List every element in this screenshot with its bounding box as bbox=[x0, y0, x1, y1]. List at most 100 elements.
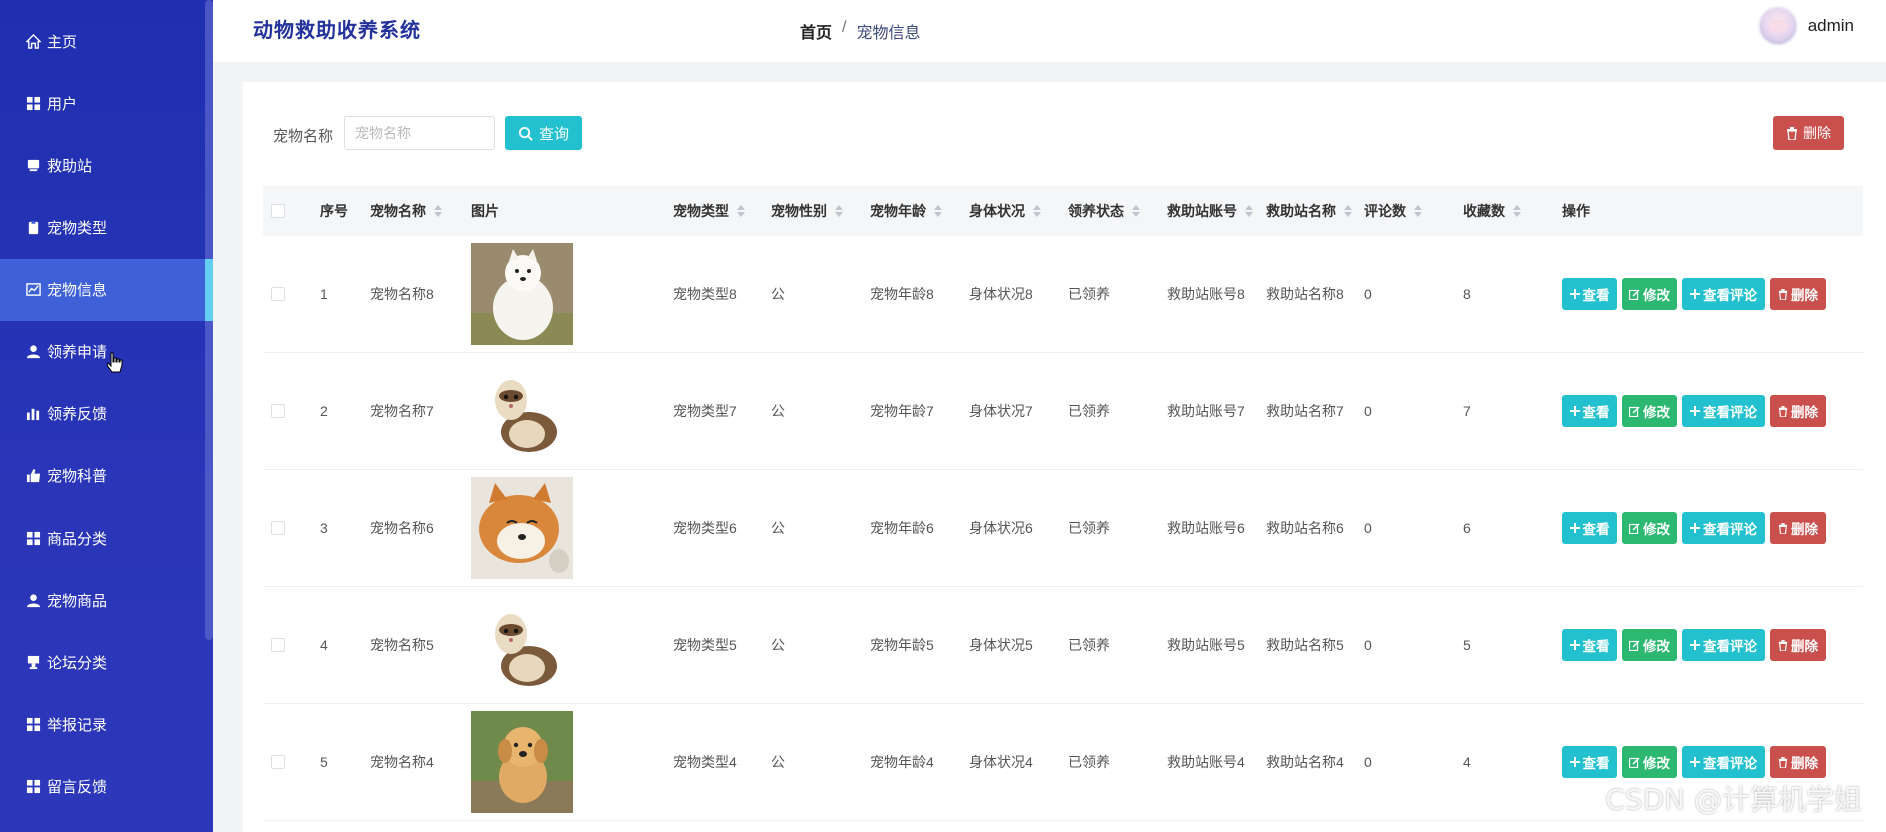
edit-button[interactable]: 修改 bbox=[1622, 512, 1677, 544]
header-age[interactable]: 宠物年龄 bbox=[870, 186, 942, 236]
pet-photo[interactable] bbox=[471, 360, 573, 462]
header-health-label: 身体状况 bbox=[969, 203, 1025, 219]
view-comments-button[interactable]: 查看评论 bbox=[1682, 746, 1765, 778]
delete-button[interactable]: 删除 bbox=[1770, 512, 1826, 544]
cell-favorites: 5 bbox=[1463, 587, 1471, 703]
sidebar-item-label: 宠物科普 bbox=[47, 468, 108, 486]
delete-button-label: 删除 bbox=[1791, 288, 1818, 303]
cell-adopt-text: 已领养 bbox=[1068, 286, 1110, 302]
sidebar-item[interactable]: 举报记录 bbox=[0, 693, 213, 755]
header-type[interactable]: 宠物类型 bbox=[673, 186, 745, 236]
sort-icon[interactable] bbox=[1132, 205, 1140, 217]
sidebar-item[interactable]: 用户 bbox=[0, 73, 213, 135]
cell-station-name-text: 救助站名称6 bbox=[1266, 520, 1344, 536]
pet-photo[interactable] bbox=[471, 243, 573, 345]
sidebar-item[interactable]: 领养反馈 bbox=[0, 383, 213, 445]
delete-button[interactable]: 删除 bbox=[1770, 278, 1826, 310]
sidebar-item[interactable]: 宠物科普 bbox=[0, 445, 213, 507]
header-health[interactable]: 身体状况 bbox=[969, 186, 1041, 236]
edit-button[interactable]: 修改 bbox=[1622, 395, 1677, 427]
cell-type: 宠物类型6 bbox=[673, 470, 737, 586]
thumbs-up-icon bbox=[25, 468, 41, 484]
sidebar-item[interactable]: 留言反馈 bbox=[0, 755, 213, 817]
edit-button-label: 修改 bbox=[1643, 288, 1670, 303]
breadcrumb-home[interactable]: 首页 bbox=[800, 19, 832, 43]
header-adopt[interactable]: 领养状态 bbox=[1068, 186, 1140, 236]
sort-icon[interactable] bbox=[1513, 205, 1521, 217]
cell-age-text: 宠物年龄5 bbox=[870, 637, 934, 653]
table-header: 序号 宠物名称 图片 宠物类型 宠物性别 宠物年龄 身体状况 领养状态 救助站账… bbox=[263, 186, 1863, 236]
header-station-account[interactable]: 救助站账号 bbox=[1167, 186, 1253, 236]
view-button-label: 查看 bbox=[1582, 405, 1610, 420]
header-name[interactable]: 宠物名称 bbox=[370, 186, 442, 236]
sort-icon[interactable] bbox=[1033, 205, 1041, 217]
sidebar-item[interactable]: 救助站 bbox=[0, 135, 213, 197]
row-checkbox[interactable] bbox=[271, 638, 285, 652]
edit-button[interactable]: 修改 bbox=[1622, 629, 1677, 661]
view-button[interactable]: 查看 bbox=[1562, 629, 1617, 661]
view-comments-button[interactable]: 查看评论 bbox=[1682, 512, 1765, 544]
cell-adopt: 已领养 bbox=[1068, 704, 1110, 820]
view-comments-button[interactable]: 查看评论 bbox=[1682, 278, 1765, 310]
sort-icon[interactable] bbox=[1414, 205, 1422, 217]
sort-icon[interactable] bbox=[835, 205, 843, 217]
sidebar-item[interactable]: 商品分类 bbox=[0, 507, 213, 569]
pet-photo[interactable] bbox=[471, 711, 573, 813]
query-button-label: 查询 bbox=[538, 125, 569, 143]
view-comments-button[interactable]: 查看评论 bbox=[1682, 395, 1765, 427]
sort-icon[interactable] bbox=[434, 205, 442, 217]
delete-button[interactable]: 删除 bbox=[1770, 629, 1826, 661]
cell-station-name: 救助站名称6 bbox=[1266, 470, 1344, 586]
header-station-name[interactable]: 救助站名称 bbox=[1266, 186, 1352, 236]
sort-icon[interactable] bbox=[1344, 205, 1352, 217]
avatar[interactable] bbox=[1757, 6, 1798, 46]
header-comments[interactable]: 评论数 bbox=[1364, 186, 1422, 236]
sidebar-item[interactable]: 主页 bbox=[0, 11, 213, 73]
cell-age: 宠物年龄8 bbox=[870, 236, 934, 352]
pet-name-search-input[interactable] bbox=[344, 116, 495, 150]
sort-icon[interactable] bbox=[934, 205, 942, 217]
pet-photo[interactable] bbox=[471, 477, 573, 579]
sort-icon[interactable] bbox=[1245, 205, 1253, 217]
row-checkbox[interactable] bbox=[271, 287, 285, 301]
view-button[interactable]: 查看 bbox=[1562, 512, 1617, 544]
delete-button[interactable]: 删除 bbox=[1770, 746, 1826, 778]
header-index: 序号 bbox=[320, 186, 348, 236]
select-all-checkbox[interactable] bbox=[271, 204, 285, 218]
cell-station-account: 救助站账号8 bbox=[1167, 236, 1245, 352]
sidebar-item[interactable]: 宠物信息 bbox=[0, 258, 213, 321]
view-button[interactable]: 查看 bbox=[1562, 746, 1617, 778]
view-comments-button[interactable]: 查看评论 bbox=[1682, 629, 1765, 661]
cell-favorites-text: 4 bbox=[1463, 754, 1471, 770]
pet-photo[interactable] bbox=[471, 594, 573, 696]
view-comments-label: 查看评论 bbox=[1703, 288, 1757, 303]
username[interactable]: admin bbox=[1808, 16, 1854, 36]
sidebar-item[interactable]: 宠物类型 bbox=[0, 197, 213, 259]
header-favorites[interactable]: 收藏数 bbox=[1463, 186, 1521, 236]
cell-age-text: 宠物年龄4 bbox=[870, 754, 934, 770]
query-button[interactable]: 查询 bbox=[505, 116, 582, 150]
edit-button[interactable]: 修改 bbox=[1622, 278, 1677, 310]
breadcrumb: 首页 / 宠物信息 bbox=[800, 19, 920, 43]
trash-icon bbox=[1778, 756, 1788, 768]
view-button[interactable]: 查看 bbox=[1562, 395, 1617, 427]
cell-index: 1 bbox=[320, 236, 328, 352]
cell-health-text: 身体状况6 bbox=[969, 520, 1033, 536]
cell-adopt: 已领养 bbox=[1068, 470, 1110, 586]
batch-delete-button[interactable]: 删除 bbox=[1773, 116, 1844, 150]
user-menu[interactable]: admin bbox=[1757, 6, 1854, 46]
sidebar-item[interactable]: 宠物商品 bbox=[0, 569, 213, 631]
header-gender[interactable]: 宠物性别 bbox=[771, 186, 843, 236]
sidebar-item[interactable]: 论坛分类 bbox=[0, 631, 213, 693]
delete-button[interactable]: 删除 bbox=[1770, 395, 1826, 427]
view-button[interactable]: 查看 bbox=[1562, 278, 1617, 310]
sort-icon[interactable] bbox=[737, 205, 745, 217]
cell-type: 宠物类型5 bbox=[673, 587, 737, 703]
cell-name: 宠物名称7 bbox=[370, 353, 434, 469]
cell-favorites: 4 bbox=[1463, 704, 1471, 820]
row-checkbox[interactable] bbox=[271, 755, 285, 769]
row-checkbox[interactable] bbox=[271, 404, 285, 418]
row-checkbox[interactable] bbox=[271, 521, 285, 535]
edit-button[interactable]: 修改 bbox=[1622, 746, 1677, 778]
row-select-cell bbox=[271, 704, 285, 820]
